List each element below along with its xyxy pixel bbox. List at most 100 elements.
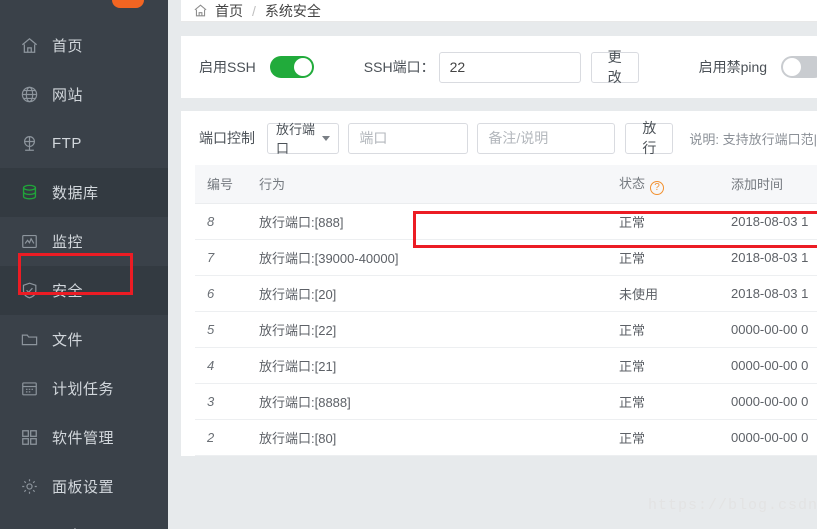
cell-time: 0000-00-00 0 xyxy=(719,383,817,420)
column-header-status[interactable]: 状态? xyxy=(607,165,719,204)
calendar-icon xyxy=(18,378,40,400)
shield-icon xyxy=(18,280,40,302)
sidebar-item-label: 面板设置 xyxy=(52,479,115,496)
breadcrumb-separator: / xyxy=(252,2,256,19)
cell-status: 正常 xyxy=(607,239,719,276)
ssh-enable-toggle[interactable] xyxy=(269,56,314,78)
sidebar-item-home[interactable]: 首页 xyxy=(0,21,168,70)
cell-action: 放行端口:[20] xyxy=(247,275,607,312)
table-row[interactable]: 6 放行端口:[20] 未使用 2018-08-03 1 xyxy=(195,275,817,312)
cell-id: 4 xyxy=(195,347,247,384)
app-root: 首页 网站 FTP 数据库 监控 安全 文件 计划任务 软件管理 面板设置 首页… xyxy=(0,0,817,529)
breadcrumb-current: 系统安全 xyxy=(264,2,321,19)
ssh-settings-panel: 启用SSH SSH端口： 更改 启用禁ping xyxy=(181,36,817,98)
sidebar-item-database[interactable]: 数据库 xyxy=(0,168,168,217)
sidebar-item-monitor[interactable]: 监控 xyxy=(0,217,168,266)
table-row[interactable]: 3 放行端口:[8888] 正常 0000-00-00 0 xyxy=(195,383,817,420)
monitor-icon xyxy=(18,231,40,253)
table-row[interactable]: 4 放行端口:[21] 正常 0000-00-00 0 xyxy=(195,347,817,384)
sidebar-item-label: 数据库 xyxy=(52,185,99,202)
table-row[interactable]: 5 放行端口:[22] 正常 0000-00-00 0 xyxy=(195,311,817,348)
port-input[interactable] xyxy=(348,122,469,154)
sidebar-item-label: 首页 xyxy=(52,38,84,55)
spacer xyxy=(181,98,817,111)
ftp-icon xyxy=(18,133,40,155)
sidebar-item-label: 安全 xyxy=(52,283,84,300)
sidebar-item-label: FTP xyxy=(52,135,82,152)
sidebar-item-label: 软件管理 xyxy=(52,430,115,447)
port-control-label: 端口控制 xyxy=(199,130,255,146)
sidebar-item-security[interactable]: 安全 xyxy=(0,266,168,315)
sidebar-item-website[interactable]: 网站 xyxy=(0,70,168,119)
cell-action: 放行端口:[888] xyxy=(247,203,607,240)
sidebar-item-cron[interactable]: 计划任务 xyxy=(0,364,168,413)
cell-time: 0000-00-00 0 xyxy=(719,347,817,384)
logout-icon xyxy=(18,525,40,529)
sidebar-item-label: 监控 xyxy=(52,234,84,251)
cell-id: 8 xyxy=(195,203,247,240)
sidebar-item-label: 网站 xyxy=(52,87,84,104)
sidebar-item-label: 计划任务 xyxy=(52,381,115,398)
ping-toggle-label: 启用禁ping xyxy=(698,59,768,75)
cell-id: 6 xyxy=(195,275,247,312)
breadcrumb-home-link[interactable]: 首页 xyxy=(215,1,243,21)
note-input[interactable] xyxy=(477,122,616,154)
spacer xyxy=(181,22,817,36)
cell-status: 正常 xyxy=(607,311,719,348)
ssh-port-input[interactable] xyxy=(438,51,581,83)
allow-port-button[interactable]: 放行 xyxy=(625,120,674,156)
cell-time: 0000-00-00 0 xyxy=(719,419,817,456)
sidebar-item-files[interactable]: 文件 xyxy=(0,315,168,364)
cell-id: 2 xyxy=(195,419,247,456)
cell-status: 未使用 xyxy=(607,275,719,312)
sidebar-item-logout[interactable]: 退出 xyxy=(0,511,168,529)
cell-status: 正常 xyxy=(607,419,719,456)
cell-time: 2018-08-03 1 xyxy=(719,239,817,276)
column-header-status-label: 状态 xyxy=(619,175,646,191)
toggle-knob xyxy=(783,58,802,76)
port-rule-type-select[interactable]: 放行端口 xyxy=(267,122,340,156)
apps-icon xyxy=(18,427,40,449)
sidebar-item-label: 退出 xyxy=(52,525,83,529)
gear-icon xyxy=(18,476,40,498)
main-content: 首页 / 系统安全 启用SSH SSH端口： 更改 启用禁ping xyxy=(168,0,817,529)
table-body: 8 放行端口:[888] 正常 2018-08-03 1 7 放行端口:[390… xyxy=(195,203,817,456)
ping-group: 启用禁ping xyxy=(699,56,817,78)
sidebar-item-ftp[interactable]: FTP xyxy=(0,119,168,168)
cell-status: 正常 xyxy=(607,383,719,420)
ping-disable-toggle[interactable] xyxy=(781,56,817,78)
table-header-row: 编号 行为 状态? 添加时间 xyxy=(195,165,817,204)
ssh-port-label: SSH端口： xyxy=(363,59,435,75)
cell-action: 放行端口:[22] xyxy=(247,311,607,348)
table-head: 编号 行为 状态? 添加时间 xyxy=(195,165,817,204)
ssh-change-button[interactable]: 更改 xyxy=(590,49,639,85)
table-row[interactable]: 7 放行端口:[39000-40000] 正常 2018-08-03 1 xyxy=(195,239,817,276)
globe-icon xyxy=(18,84,40,106)
cell-status: 正常 xyxy=(607,203,719,240)
table-row[interactable]: 8 放行端口:[888] 正常 2018-08-03 1 xyxy=(195,203,817,240)
sidebar-item-panel-settings[interactable]: 面板设置 xyxy=(0,462,168,511)
ssh-port-group: SSH端口： 更改 xyxy=(363,49,639,85)
rules-table: 编号 行为 状态? 添加时间 8 放行端口:[888] 正常 2018-08-0… xyxy=(195,165,817,456)
notification-badge[interactable] xyxy=(112,0,144,8)
toggle-knob xyxy=(293,58,312,76)
home-icon xyxy=(18,35,40,57)
port-rule-type-value: 放行端口 xyxy=(276,122,316,156)
port-control-form: 端口控制 放行端口 放行 说明: 支持放行端口范| xyxy=(181,111,817,165)
column-header-action[interactable]: 行为 xyxy=(247,165,607,204)
sidebar-item-software[interactable]: 软件管理 xyxy=(0,413,168,462)
table-row[interactable]: 2 放行端口:[80] 正常 0000-00-00 0 xyxy=(195,419,817,456)
rules-table-wrapper: 编号 行为 状态? 添加时间 8 放行端口:[888] 正常 2018-08-0… xyxy=(181,165,817,456)
home-icon xyxy=(193,3,208,18)
question-mark-icon[interactable]: ? xyxy=(650,180,665,195)
cell-id: 7 xyxy=(195,239,247,276)
chevron-down-icon xyxy=(322,135,331,141)
folder-icon xyxy=(18,329,40,351)
sidebar-item-label: 文件 xyxy=(52,332,84,349)
cell-action: 放行端口:[80] xyxy=(247,419,607,456)
port-control-hint: 说明: 支持放行端口范| xyxy=(689,131,817,147)
column-header-time[interactable]: 添加时间 xyxy=(719,165,817,204)
sidebar-nav: 首页 网站 FTP 数据库 监控 安全 文件 计划任务 软件管理 面板设置 xyxy=(0,21,168,529)
ssh-toggle-label: 启用SSH xyxy=(199,59,256,75)
column-header-id[interactable]: 编号 xyxy=(195,165,247,204)
